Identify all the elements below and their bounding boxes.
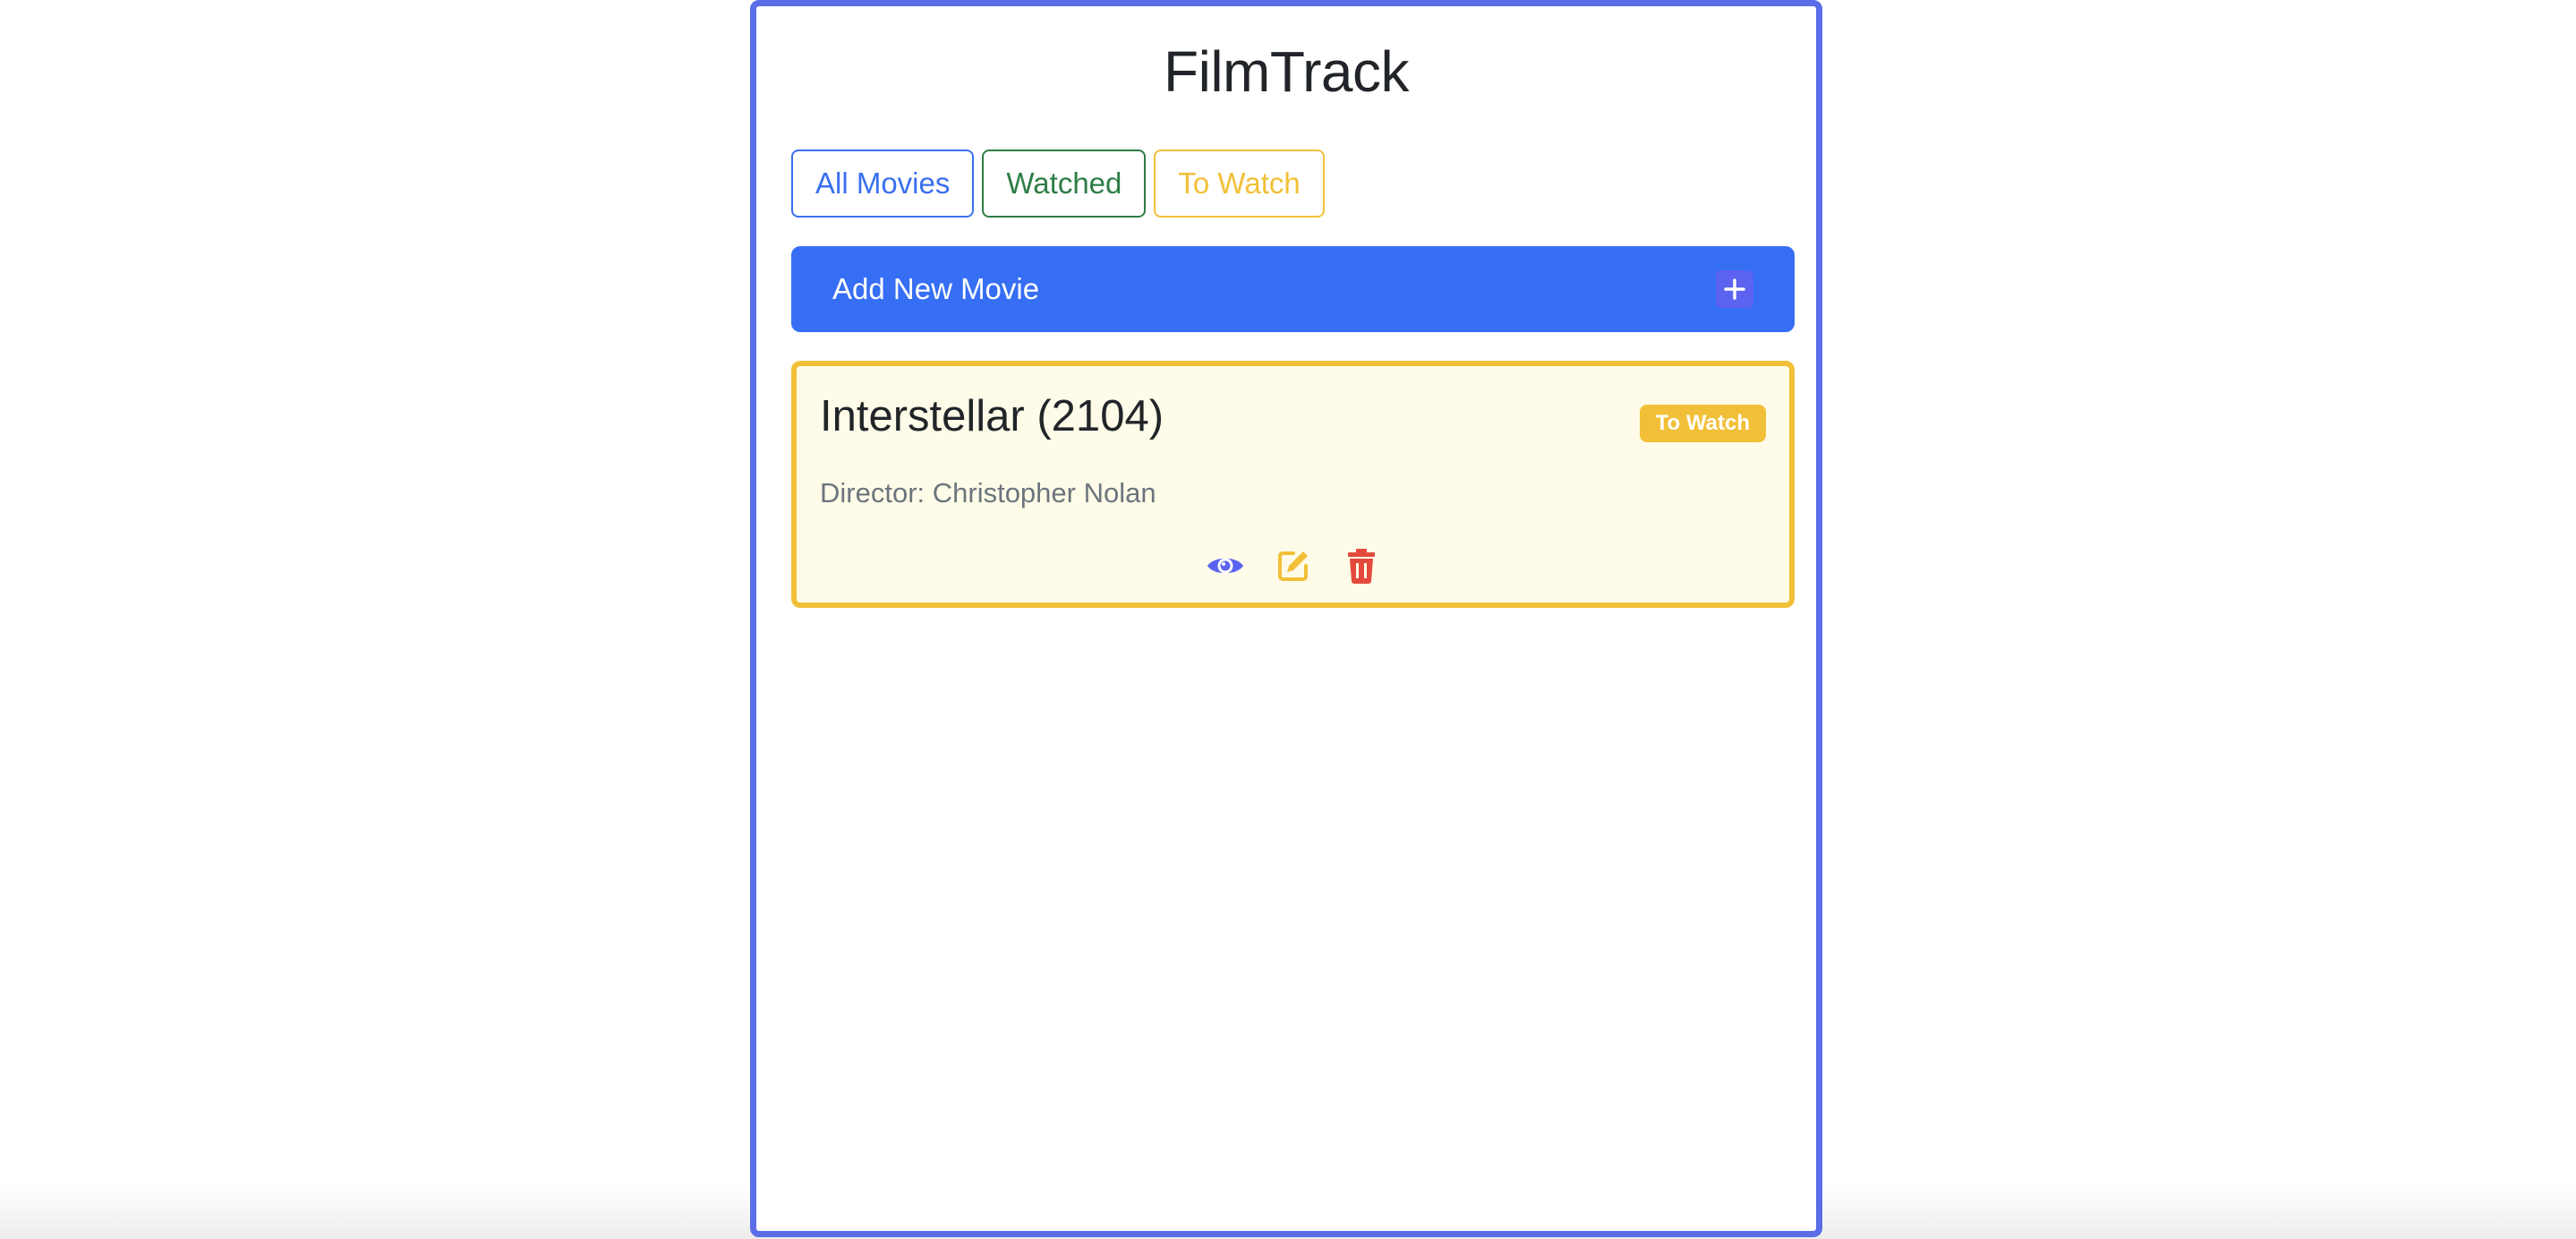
filter-to-watch-button[interactable]: To Watch <box>1154 150 1325 218</box>
trash-icon <box>1347 549 1375 584</box>
app-container: FilmTrack All Movies Watched To Watch Ad… <box>750 0 1822 1237</box>
add-new-movie-bar[interactable]: Add New Movie <box>791 246 1795 332</box>
movie-title: Interstellar (2104) <box>820 392 1164 440</box>
edit-icon <box>1277 551 1308 581</box>
page-title: FilmTrack <box>1164 39 1409 104</box>
plus-icon <box>1724 278 1745 300</box>
movie-director: Director: Christopher Nolan <box>820 477 1156 508</box>
movie-card: Interstellar (2104) To Watch Director: C… <box>791 361 1795 608</box>
status-badge: To Watch <box>1639 405 1766 442</box>
filter-bar: All Movies Watched To Watch <box>791 150 1325 218</box>
filter-all-movies-button[interactable]: All Movies <box>791 150 975 218</box>
edit-button[interactable] <box>1273 545 1314 586</box>
filter-watched-button[interactable]: Watched <box>982 150 1147 218</box>
page: FilmTrack All Movies Watched To Watch Ad… <box>0 0 2576 1239</box>
add-movie-button[interactable] <box>1716 270 1753 308</box>
view-button[interactable] <box>1205 545 1246 586</box>
delete-button[interactable] <box>1341 545 1382 586</box>
add-new-movie-label: Add New Movie <box>832 272 1040 305</box>
movie-actions <box>797 545 1789 586</box>
eye-icon <box>1207 558 1243 574</box>
